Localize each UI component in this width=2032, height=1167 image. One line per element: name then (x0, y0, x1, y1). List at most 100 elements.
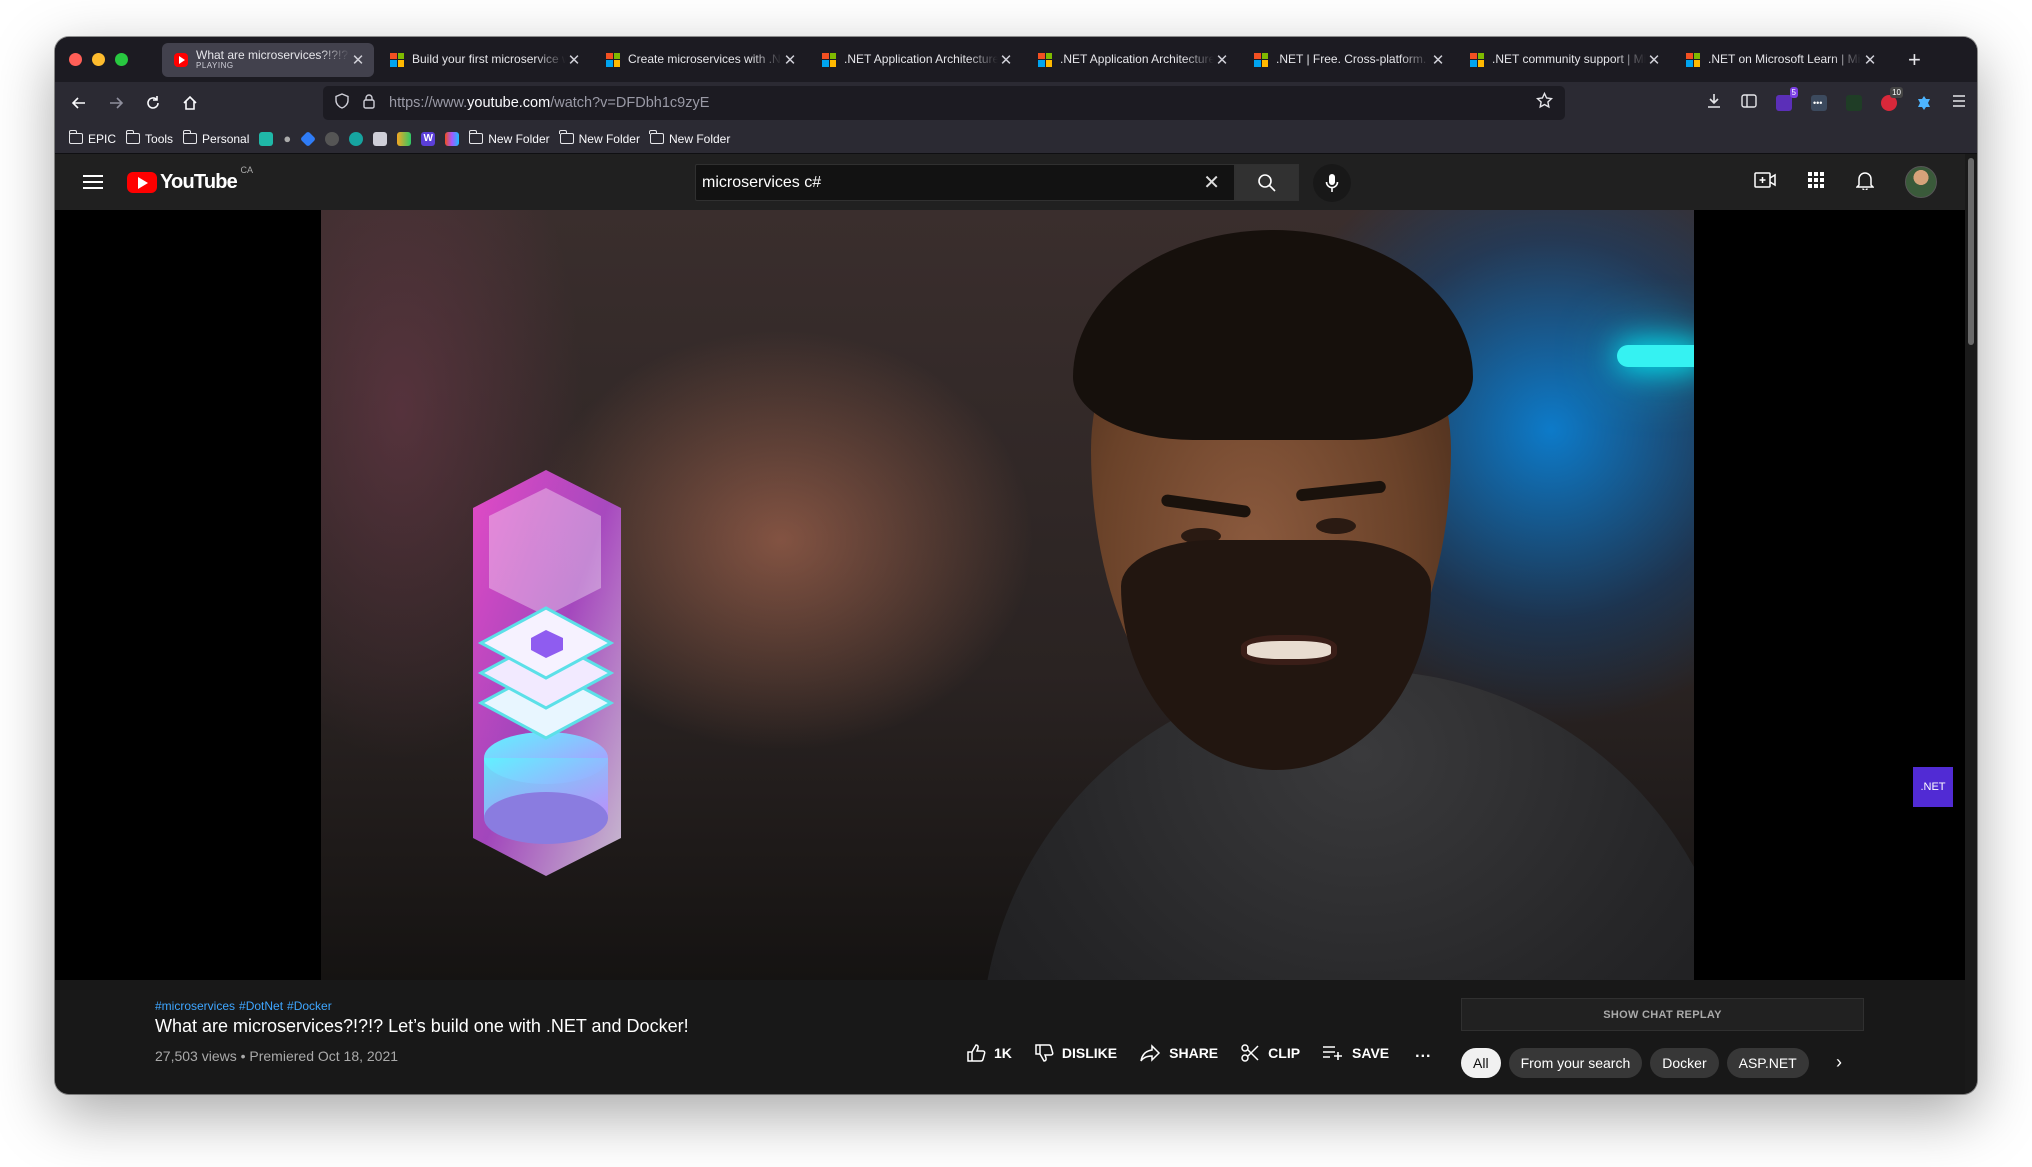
microservice-hexagon-graphic (473, 470, 621, 876)
bookmark-jira-icon[interactable] (300, 130, 317, 147)
shield-icon[interactable] (335, 93, 349, 113)
home-button[interactable] (172, 87, 208, 119)
bookmark-tool-icon[interactable] (373, 131, 388, 146)
voice-search-button[interactable] (1313, 164, 1351, 202)
chip-all[interactable]: All (1461, 1048, 1501, 1078)
tab-architecture-guides-2[interactable]: .NET Application Architecture Guides ✕ (1026, 43, 1238, 77)
microphone-icon (1325, 174, 1339, 192)
new-tab-button[interactable]: + (1908, 47, 1921, 73)
back-arrow-icon (71, 97, 85, 109)
microsoft-icon (1254, 52, 1268, 67)
tab-title: Build your first microservice with .NET (412, 52, 566, 66)
app-menu-icon[interactable] (1951, 94, 1967, 113)
bookmark-circle-icon[interactable] (349, 131, 364, 146)
avatar[interactable] (1905, 166, 1937, 198)
bookmark-folder-epic[interactable]: EPIC (68, 130, 116, 146)
lock-icon[interactable] (363, 93, 375, 113)
browser-window: What are microservices?!?!? Let's build … (55, 37, 1977, 1094)
bookmark-w-icon[interactable]: W (421, 131, 436, 146)
close-tab-icon[interactable]: ✕ (566, 51, 582, 69)
scrollbar-thumb[interactable] (1968, 158, 1974, 345)
like-count: 1K (994, 1045, 1012, 1061)
tab-microsoft-learn[interactable]: .NET on Microsoft Learn | Microsoft ✕ (1674, 43, 1886, 77)
folder-icon (68, 130, 83, 144)
forward-button[interactable] (98, 87, 134, 119)
save-button[interactable]: SAVE (1322, 1045, 1389, 1061)
search-icon (1258, 173, 1276, 192)
like-button[interactable]: 1K (966, 1043, 1012, 1063)
guide-menu-icon[interactable] (83, 175, 103, 189)
close-tab-icon[interactable]: ✕ (1430, 51, 1446, 69)
dislike-label: DISLIKE (1061, 1045, 1118, 1061)
clear-search-icon[interactable]: ✕ (1203, 170, 1220, 195)
apps-grid-icon[interactable] (1807, 171, 1825, 194)
bookmark-leaf-icon[interactable] (397, 131, 412, 146)
folder-icon (468, 130, 484, 144)
chip-docker[interactable]: Docker (1650, 1048, 1719, 1078)
bookmark-folder-new-1[interactable]: New Folder (468, 130, 550, 146)
hashtag-link[interactable]: #Docker (287, 999, 332, 1013)
hashtag-link[interactable]: #DotNet (239, 999, 283, 1013)
bookmark-star-icon[interactable] (1535, 91, 1554, 114)
close-tab-icon[interactable]: ✕ (1646, 51, 1662, 69)
tab-build-microservice[interactable]: Build your first microservice with .NET … (378, 43, 590, 77)
search-button[interactable] (1235, 164, 1299, 201)
tab-dotnet-home[interactable]: .NET | Free. Cross-platform. Open Source… (1242, 43, 1454, 77)
video-player[interactable]: .NET (55, 210, 1965, 980)
dislike-button[interactable]: DISLIKE (1034, 1043, 1117, 1063)
url-text[interactable]: https://www.youtube.com/watch?v=DFDbh1c9… (389, 95, 709, 111)
extension-puzzle-icon[interactable] (1916, 95, 1932, 111)
bookmark-folder-new-3[interactable]: New Folder (649, 130, 730, 146)
create-video-icon[interactable] (1754, 171, 1776, 193)
dotnet-watermark-badge[interactable]: .NET (1913, 767, 1953, 807)
notifications-bell-icon[interactable] (1855, 170, 1875, 195)
tab-title: Create microservices with .NET (628, 52, 782, 66)
extension-green-icon[interactable] (1846, 95, 1862, 111)
minimize-window-button[interactable] (92, 53, 105, 66)
bookmark-figma-icon[interactable] (445, 131, 460, 146)
chip-aspnet[interactable]: ASP.NET (1726, 1048, 1809, 1078)
video-meta: 27,503 views • Premiered Oct 18, 2021 (155, 1048, 399, 1064)
add-to-playlist-icon (1323, 1046, 1343, 1060)
close-tab-icon[interactable]: ✕ (350, 51, 366, 69)
tab-playing-label: PLAYING (196, 60, 234, 70)
bookmark-github-icon[interactable] (325, 131, 340, 146)
reload-button[interactable] (135, 87, 171, 119)
reload-icon (147, 96, 159, 109)
close-tab-icon[interactable]: ✕ (1862, 51, 1878, 69)
bookmark-folder-personal[interactable]: Personal (182, 130, 249, 146)
zoom-window-button[interactable] (115, 53, 128, 66)
chip-from-your-search[interactable]: From your search (1508, 1048, 1643, 1078)
tab-architecture-guides-1[interactable]: .NET Application Architecture Guides ✕ (810, 43, 1022, 77)
more-actions-button[interactable]: ... (1415, 1044, 1431, 1062)
hashtag-link[interactable]: #microservices (155, 999, 235, 1013)
share-button[interactable]: SHARE (1139, 1044, 1218, 1062)
tab-youtube-video[interactable]: What are microservices?!?!? Let's build … (162, 42, 374, 77)
youtube-logo[interactable]: YouTube CA (127, 165, 253, 194)
bookmark-apple-icon[interactable]: ● (283, 131, 291, 146)
bookmark-teal-icon[interactable] (259, 131, 274, 146)
extension-purple-icon[interactable]: 5 (1776, 87, 1798, 111)
adblock-icon[interactable]: 10 (1881, 87, 1903, 111)
bookmark-folder-tools[interactable]: Tools (125, 130, 173, 146)
video-actions: 1K DISLIKE SHARE CLIP SAVE ... (966, 1043, 1453, 1063)
bookmark-folder-new-2[interactable]: New Folder (559, 130, 640, 146)
clip-button[interactable]: CLIP (1240, 1043, 1300, 1063)
page-scrollbar[interactable] (1965, 154, 1977, 1094)
close-tab-icon[interactable]: ✕ (1214, 51, 1230, 69)
tab-strip: What are microservices?!?!? Let's build … (55, 37, 1977, 82)
close-window-button[interactable] (69, 53, 82, 66)
back-button[interactable] (61, 87, 97, 119)
close-tab-icon[interactable]: ✕ (998, 51, 1014, 69)
downloads-icon[interactable] (1706, 93, 1722, 114)
tab-create-microservices[interactable]: Create microservices with .NET ✕ (594, 43, 806, 77)
sidebar-icon[interactable] (1741, 93, 1757, 113)
chips-next-chevron-icon[interactable]: › (1836, 1052, 1842, 1073)
address-bar[interactable]: https://www.youtube.com/watch?v=DFDbh1c9… (323, 86, 1565, 120)
toolbar-right: 5 ••• 10 (1706, 82, 1967, 124)
close-tab-icon[interactable]: ✕ (782, 51, 798, 69)
search-input[interactable]: microservices c# ✕ (695, 164, 1235, 201)
tab-community-support[interactable]: .NET community support | Microsoft ✕ (1458, 43, 1670, 77)
extension-dots-icon[interactable]: ••• (1811, 95, 1827, 111)
show-chat-replay-button[interactable]: SHOW CHAT REPLAY (1461, 998, 1864, 1031)
